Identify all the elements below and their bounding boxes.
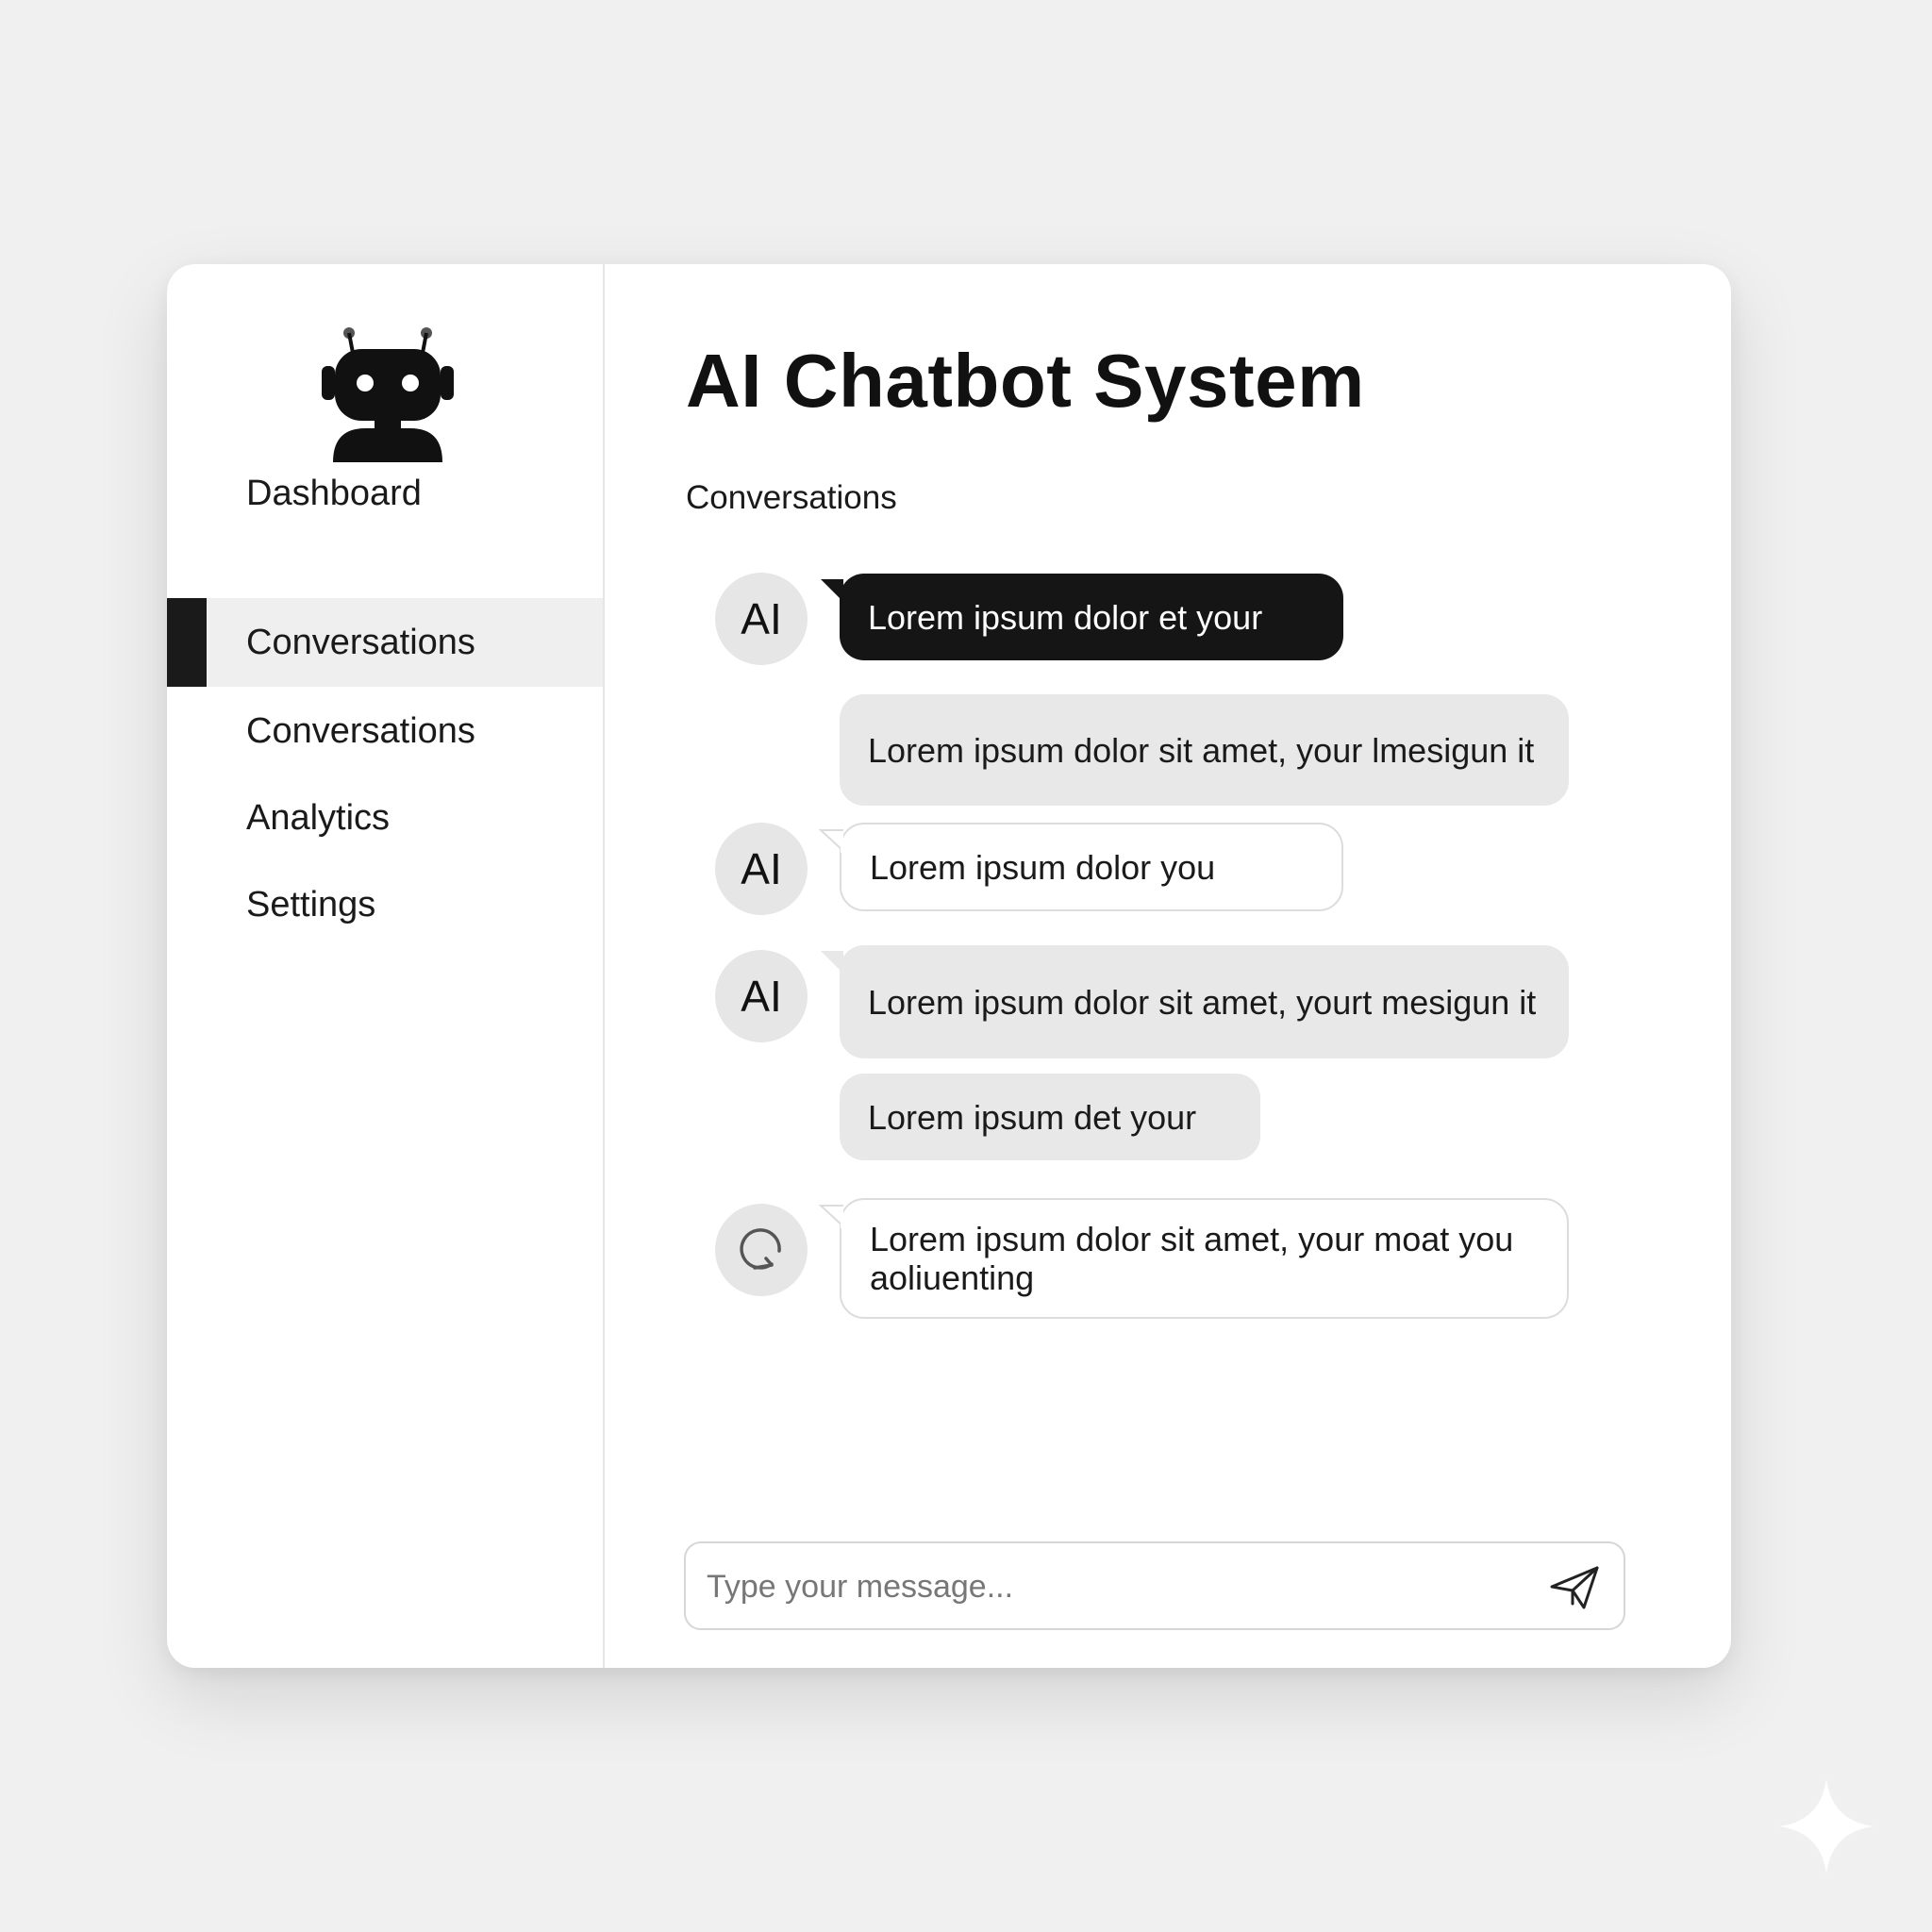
avatar: AI bbox=[715, 950, 808, 1042]
avatar bbox=[715, 1204, 808, 1296]
screen: Dashboard Conversations Conversations An… bbox=[0, 0, 1932, 1932]
bubble-tail bbox=[819, 829, 843, 853]
avatar: AI bbox=[715, 823, 808, 915]
message-composer bbox=[684, 1541, 1625, 1630]
sidebar-item-settings[interactable]: Settings bbox=[167, 860, 603, 949]
message-bubble: Lorem ipsum dolor sit amet, your lmesigu… bbox=[840, 694, 1569, 806]
sidebar-item-label: Conversations bbox=[246, 623, 475, 662]
message-text: Lorem ipsum dolor sit amet, your moat yo… bbox=[870, 1220, 1514, 1297]
avatar: AI bbox=[715, 573, 808, 665]
sidebar-item-analytics[interactable]: Analytics bbox=[167, 774, 603, 862]
section-label: Conversations bbox=[686, 479, 897, 516]
message-text: Lorem ipsum dolor sit amet, your lmesigu… bbox=[868, 730, 1535, 770]
sidebar-item-conversations-2[interactable]: Conversations bbox=[167, 687, 603, 775]
message-bubble: Lorem ipsum det your bbox=[840, 1074, 1260, 1160]
main-panel: AI Chatbot System Conversations AI Lorem… bbox=[605, 264, 1731, 1668]
message-text: Lorem ipsum dolor et your bbox=[868, 597, 1263, 637]
active-indicator bbox=[167, 598, 207, 687]
sidebar-item-label: Analytics bbox=[246, 798, 391, 838]
message-text: Lorem ipsum dolor sit amet, yourt mesigu… bbox=[868, 982, 1537, 1022]
message-bubble: Lorem ipsum dolor sit amet, yourt mesigu… bbox=[821, 945, 1569, 1058]
message-bubble: Lorem ipsum dolor et your bbox=[821, 574, 1343, 660]
bubble-tail bbox=[821, 951, 843, 974]
message-bubble: Lorem ipsum dolor you bbox=[819, 823, 1343, 911]
sidebar-item-conversations[interactable]: Conversations bbox=[167, 598, 603, 687]
bubble-tail bbox=[821, 579, 843, 602]
app-window: Dashboard Conversations Conversations An… bbox=[167, 264, 1731, 1668]
message-input[interactable] bbox=[705, 1543, 1520, 1630]
message-text: Lorem ipsum dolor you bbox=[870, 847, 1216, 887]
sidebar: Dashboard Conversations Conversations An… bbox=[167, 264, 605, 1668]
message-text: Lorem ipsum det your bbox=[868, 1097, 1197, 1137]
sparkle-icon bbox=[1779, 1779, 1874, 1874]
send-icon[interactable] bbox=[1546, 1560, 1603, 1613]
sidebar-item-label: Dashboard bbox=[246, 474, 422, 513]
message-bubble: Lorem ipsum dolor sit amet, your moat yo… bbox=[819, 1198, 1569, 1319]
sidebar-item-label: Conversations bbox=[246, 711, 475, 751]
refresh-icon bbox=[740, 1228, 781, 1270]
sidebar-item-dashboard[interactable]: Dashboard bbox=[167, 449, 603, 538]
page-title: AI Chatbot System bbox=[686, 339, 1365, 423]
sidebar-item-label: Settings bbox=[246, 885, 376, 924]
bubble-tail bbox=[819, 1205, 843, 1228]
robot-icon bbox=[322, 327, 454, 462]
